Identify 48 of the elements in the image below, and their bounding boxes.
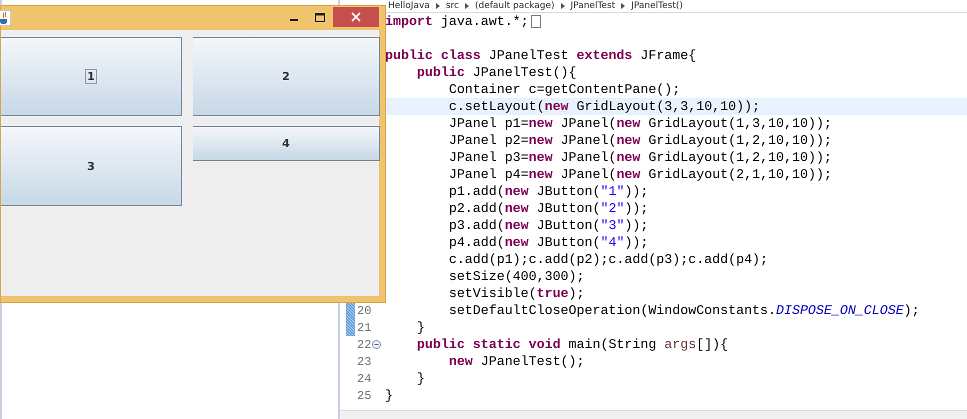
java-cup-icon [0, 10, 11, 26]
code-line: } [385, 387, 393, 404]
close-button[interactable] [333, 6, 379, 26]
line-number: 21 [357, 320, 372, 334]
close-icon [351, 12, 361, 22]
horizontal-scrollbar[interactable] [340, 410, 967, 419]
code-line: JPanel p4=new JPanel(new GridLayout(2,1,10,10)); [448, 166, 832, 183]
grid-button[interactable]: 1 [1, 37, 182, 116]
code-line: } [416, 370, 425, 387]
code-line: JPanel p2=new JPanel(new GridLayout(1,2,10,10)); [448, 132, 832, 149]
maximize-icon [315, 13, 325, 23]
chevron-right-icon [560, 3, 565, 9]
code-line: p2.add(new JButton("2")); [448, 200, 648, 217]
breadcrumb-item[interactable]: HelloJava [388, 0, 430, 12]
breadcrumb-item[interactable]: JPanelTest() [631, 0, 683, 12]
chevron-right-icon [436, 3, 440, 9]
code-line: p4.add(new JButton("4")); [448, 234, 648, 251]
code-line: JPanel p1=new JPanel(new GridLayout(1,3,10,10)); [448, 115, 832, 132]
code-line: public class JPanelTest extends JFrame{ [385, 47, 696, 64]
code-line: p3.add(new JButton("3")); [448, 217, 648, 234]
chevron-right-icon [464, 3, 469, 9]
line-number: 24 [357, 372, 372, 386]
line-number: 20 [357, 304, 372, 318]
breadcrumb-item[interactable]: src [446, 0, 459, 12]
code-line: setDefaultCloseOperation(WindowConstants.DISPOSE_ON_CLOSE); [448, 302, 920, 319]
line-number: 22 [357, 338, 372, 352]
chevron-right-icon [621, 3, 626, 9]
folded-code-icon[interactable] [530, 15, 541, 28]
code-line: setSize(400,300); [448, 268, 584, 285]
grid-button[interactable]: 3 [1, 126, 182, 206]
grid-button[interactable]: 4 [193, 126, 380, 161]
code-line: public JPanelTest(){ [416, 64, 577, 81]
code-line: new JPanelTest(); [448, 353, 584, 370]
breadcrumb-item[interactable]: JPanelTest [570, 0, 616, 12]
code-line: c.add(p1);c.add(p2);c.add(p3);c.add(p4); [448, 251, 768, 268]
line-number: 25 [357, 388, 372, 402]
code-line: p1.add(new JButton("1")); [448, 183, 648, 200]
code-line: import java.awt.*; [385, 13, 541, 30]
line-number: 23 [357, 354, 372, 368]
code-line: JPanel p3=new JPanel(new GridLayout(1,2,10,10)); [448, 149, 832, 166]
collapse-icon[interactable] [372, 340, 382, 349]
code-line: setVisible(true); [448, 285, 584, 302]
code-line: Container c=getContentPane(); [448, 81, 680, 98]
code-line: c.setLayout(new GridLayout(3,3,10,10)); [448, 98, 760, 115]
code-line: public static void main(String args[]){ [416, 336, 728, 353]
grid-button[interactable]: 2 [193, 37, 380, 116]
code-line: } [416, 319, 425, 336]
breadcrumb-item[interactable]: (default package) [474, 0, 555, 12]
